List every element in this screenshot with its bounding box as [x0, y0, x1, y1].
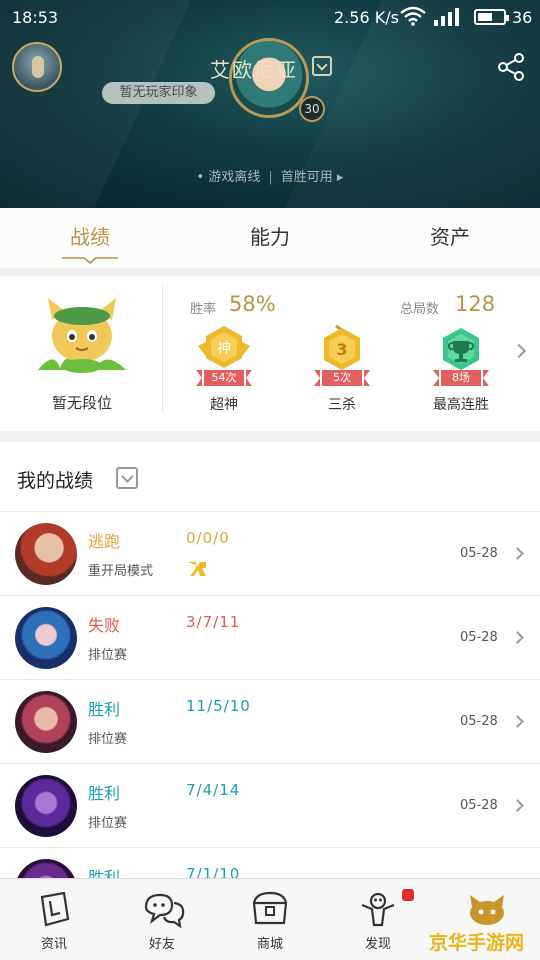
chevron-down-icon[interactable] — [312, 56, 332, 76]
champion-avatar — [15, 775, 77, 837]
nav-store[interactable]: 商城 — [216, 879, 324, 960]
win-rate-value: 58% — [229, 292, 276, 316]
match-row[interactable]: 胜利 7/1/10 — [0, 848, 540, 878]
total-games-value: 128 — [455, 292, 496, 316]
tab-ability[interactable]: 能力 — [180, 208, 360, 268]
records-header: 我的战绩 — [0, 442, 540, 512]
champion-avatar — [15, 859, 77, 878]
nav-news-label: 资讯 — [40, 937, 67, 952]
badge-glyph: 神 — [217, 341, 231, 357]
nav-friends-label: 好友 — [148, 937, 175, 952]
player-impression[interactable]: 暂无玩家印象 — [102, 82, 215, 104]
badge-triple-kill[interactable]: 3 5次 三杀 — [292, 324, 392, 424]
nav-discover-label: 发现 — [364, 937, 391, 952]
chevron-right-icon[interactable] — [511, 343, 527, 359]
total-games-label: 总局数 — [400, 302, 440, 317]
profile-header: 18:53 2.56 K/s 36 暂无玩家印象 30 艾欧尼亚 • 游戏离线 | — [0, 0, 540, 208]
match-kda: 7/4/14 — [186, 781, 241, 799]
match-mode: 排位赛 — [88, 648, 128, 663]
badge-count: 54次 — [196, 370, 252, 386]
trophy-icon — [443, 328, 479, 370]
friends-icon — [144, 893, 185, 929]
wifi-icon — [400, 6, 426, 26]
win-rate-label: 胜率 — [190, 302, 217, 317]
stats-card[interactable]: 暂无段位 胜率 58% 总局数 128 神 54次 超神 3 5次 三杀 8场 … — [0, 276, 540, 431]
badge-glyph: 3 — [336, 340, 347, 359]
flee-icon — [188, 562, 206, 576]
chevron-down-icon[interactable] — [116, 467, 138, 489]
separator: | — [268, 170, 273, 185]
active-tab-indicator — [62, 257, 118, 264]
triple-kill-badge-icon: 3 — [324, 324, 360, 370]
notification-badge — [402, 889, 414, 901]
nav-friends[interactable]: 好友 — [108, 879, 216, 960]
match-date: 05-28 — [460, 546, 498, 561]
rank-emblem-icon — [38, 298, 126, 373]
tab-assets[interactable]: 资产 — [360, 208, 540, 268]
records-title: 我的战绩 — [17, 470, 94, 492]
bullet-icon: • — [196, 170, 209, 185]
badge-legendary[interactable]: 神 54次 超神 — [174, 324, 274, 424]
divider — [162, 286, 163, 412]
battery-icon — [474, 9, 509, 25]
level-badge: 30 — [299, 96, 325, 122]
match-kda: 11/5/10 — [186, 697, 251, 715]
match-date: 05-28 — [460, 714, 498, 729]
chevron-right-icon — [511, 547, 524, 560]
match-records: 我的战绩 逃跑 0/0/0 重开局模式 05-28 失败 3/7/11 排位赛 … — [0, 442, 540, 878]
tab-bar: 战绩 能力 资产 — [0, 208, 540, 268]
badge-name: 三杀 — [328, 397, 356, 413]
chevron-right-icon — [511, 715, 524, 728]
match-mode: 重开局模式 — [88, 564, 154, 579]
rank-label: 暂无段位 — [51, 394, 112, 412]
play-arrow-icon: ▸ — [332, 170, 344, 185]
nav-store-label: 商城 — [256, 937, 283, 952]
store-icon — [252, 891, 288, 925]
badge-name: 超神 — [210, 397, 238, 413]
match-kda: 0/0/0 — [186, 529, 230, 547]
champion-avatar — [15, 523, 77, 585]
match-date: 05-28 — [460, 798, 498, 813]
match-date: 05-28 — [460, 630, 498, 645]
badge-count: 5次 — [314, 370, 370, 386]
online-status-line: • 游戏离线 | 首胜可用 ▸ — [0, 166, 540, 185]
match-kda: 7/1/10 — [186, 865, 241, 878]
signal-icon — [434, 8, 459, 26]
nav-news[interactable]: 资讯 — [0, 879, 108, 960]
status-bar: 18:53 2.56 K/s 36 — [0, 0, 540, 34]
match-row[interactable]: 逃跑 0/0/0 重开局模式 05-28 — [0, 512, 540, 596]
champion-avatar — [15, 691, 77, 753]
share-icon[interactable] — [496, 52, 526, 82]
nav-discover[interactable]: 发现 — [324, 879, 432, 960]
match-mode: 排位赛 — [88, 816, 128, 831]
champion-avatar — [15, 607, 77, 669]
battery-level: 36 — [512, 8, 533, 27]
discover-icon — [361, 892, 395, 927]
status-time: 18:53 — [12, 8, 59, 27]
match-row[interactable]: 胜利 11/5/10 排位赛 05-28 — [0, 680, 540, 764]
player-name: 艾欧尼亚 — [210, 58, 298, 82]
match-result: 失败 — [88, 616, 121, 635]
match-row[interactable]: 失败 3/7/11 排位赛 05-28 — [0, 596, 540, 680]
news-icon — [40, 891, 70, 927]
badge-name: 最高连胜 — [433, 397, 489, 413]
user-avatar[interactable] — [12, 42, 62, 92]
match-mode: 排位赛 — [88, 732, 128, 747]
me-icon — [470, 895, 504, 925]
match-kda: 3/7/11 — [186, 613, 241, 631]
watermark: 京华手游网 — [429, 932, 525, 954]
match-result: 胜利 — [88, 868, 121, 878]
badge-win-streak[interactable]: 8场 最高连胜 — [411, 324, 511, 424]
network-speed: 2.56 K/s — [334, 8, 399, 27]
online-status: 游戏离线 — [208, 170, 261, 185]
match-row[interactable]: 胜利 7/4/14 排位赛 05-28 — [0, 764, 540, 848]
badge-count: 8场 — [433, 370, 489, 386]
match-result: 胜利 — [88, 784, 121, 803]
chevron-right-icon — [511, 799, 524, 812]
first-win-status: 首胜可用 — [280, 170, 333, 185]
match-result: 胜利 — [88, 700, 121, 719]
legendary-badge-icon: 神 — [198, 326, 250, 368]
match-result: 逃跑 — [88, 532, 121, 551]
chevron-right-icon — [511, 631, 524, 644]
